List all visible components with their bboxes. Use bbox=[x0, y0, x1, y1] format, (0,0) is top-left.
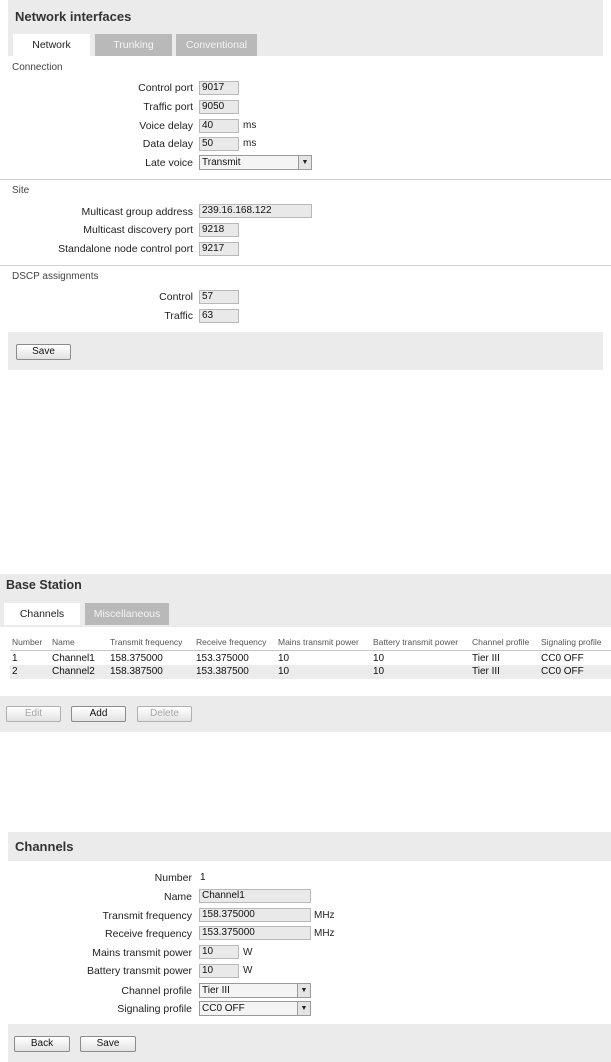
tab-trunking[interactable]: Trunking bbox=[95, 34, 172, 56]
data-delay-input[interactable]: 50 bbox=[199, 137, 239, 151]
cell-number: 1 bbox=[12, 653, 18, 664]
cell-number: 2 bbox=[12, 666, 18, 677]
cell-channel-profile: Tier III bbox=[472, 666, 500, 677]
transmit-frequency-input[interactable]: 158.375000 bbox=[199, 908, 311, 922]
column-header: Channel profile bbox=[472, 637, 530, 647]
base-station-panel: Base Station Channels Miscellaneous Numb… bbox=[0, 574, 611, 732]
channels-title: Channels bbox=[15, 839, 74, 854]
late-voice-select[interactable]: Transmit ▼ bbox=[199, 155, 312, 170]
table-row[interactable] bbox=[10, 665, 611, 679]
cell-signaling-profile: CC0 OFF bbox=[541, 666, 584, 677]
cell-channel-profile: Tier III bbox=[472, 653, 500, 664]
control-port-label: Control port bbox=[138, 82, 193, 94]
transmit-frequency-label: Transmit frequency bbox=[102, 910, 192, 922]
late-voice-label: Late voice bbox=[145, 157, 193, 169]
dscp-traffic-label: Traffic bbox=[164, 310, 193, 322]
traffic-port-label: Traffic port bbox=[143, 101, 193, 113]
standalone-node-control-port-label: Standalone node control port bbox=[58, 243, 193, 255]
late-voice-value: Transmit bbox=[202, 157, 241, 168]
name-label: Name bbox=[163, 891, 192, 903]
cell-mains-transmit-power: 10 bbox=[278, 666, 290, 677]
multicast-discovery-port-label: Multicast discovery port bbox=[83, 224, 193, 236]
delete-button[interactable]: Delete bbox=[137, 706, 192, 722]
column-header: Number bbox=[12, 637, 43, 647]
network-interfaces-panel: Network interfaces Network Trunking Conv… bbox=[0, 0, 611, 370]
receive-frequency-input[interactable]: 153.375000 bbox=[199, 926, 311, 940]
channel-profile-label: Channel profile bbox=[121, 985, 192, 997]
divider bbox=[0, 179, 611, 180]
site-heading: Site bbox=[12, 185, 30, 196]
column-header: Name bbox=[52, 637, 75, 647]
control-port-input[interactable]: 9017 bbox=[199, 81, 239, 95]
voice-delay-label: Voice delay bbox=[139, 120, 193, 132]
chevron-down-icon[interactable]: ▼ bbox=[297, 984, 310, 997]
multicast-group-address-input[interactable]: 239.16.168.122 bbox=[199, 204, 312, 218]
number-value: 1 bbox=[200, 872, 206, 883]
channels-panel: Channels Number 1 Name Channel1 Transmit… bbox=[8, 832, 611, 1062]
save-button[interactable]: Save bbox=[16, 344, 71, 360]
add-button[interactable]: Add bbox=[71, 706, 126, 722]
cell-name: Channel2 bbox=[52, 666, 95, 677]
table-row[interactable] bbox=[10, 651, 611, 665]
cell-transmit-frequency: 158.387500 bbox=[110, 666, 163, 677]
standalone-node-control-port-input[interactable]: 9217 bbox=[199, 242, 239, 256]
cell-receive-frequency: 153.387500 bbox=[196, 666, 249, 677]
cell-battery-transmit-power: 10 bbox=[373, 653, 385, 664]
network-footer-bar bbox=[8, 332, 603, 370]
data-delay-label: Data delay bbox=[142, 138, 193, 150]
channels-header-bar bbox=[8, 832, 611, 861]
column-header: Receive frequency bbox=[196, 637, 267, 647]
mains-transmit-power-input[interactable]: 10 bbox=[199, 945, 239, 959]
multicast-discovery-port-input[interactable]: 9218 bbox=[199, 223, 239, 237]
traffic-port-input[interactable]: 9050 bbox=[199, 100, 239, 114]
name-input[interactable]: Channel1 bbox=[199, 889, 311, 903]
chevron-down-icon[interactable]: ▼ bbox=[298, 156, 311, 169]
data-delay-unit: ms bbox=[243, 138, 257, 149]
battery-transmit-power-unit: W bbox=[243, 965, 253, 976]
mains-transmit-power-label: Mains transmit power bbox=[92, 947, 192, 959]
voice-delay-unit: ms bbox=[243, 120, 257, 131]
cell-signaling-profile: CC0 OFF bbox=[541, 653, 584, 664]
receive-frequency-label: Receive frequency bbox=[105, 928, 192, 940]
divider bbox=[0, 265, 611, 266]
cell-name: Channel1 bbox=[52, 653, 95, 664]
network-page-title: Network interfaces bbox=[15, 9, 132, 24]
signaling-profile-label: Signaling profile bbox=[117, 1003, 192, 1015]
receive-frequency-unit: MHz bbox=[314, 928, 335, 939]
multicast-group-address-label: Multicast group address bbox=[81, 206, 193, 218]
mains-transmit-power-unit: W bbox=[243, 947, 253, 958]
signaling-profile-select[interactable]: CC0 OFF ▼ bbox=[199, 1001, 311, 1016]
dscp-traffic-input[interactable]: 63 bbox=[199, 309, 239, 323]
column-header: Signaling profile bbox=[541, 637, 602, 647]
chevron-down-icon[interactable]: ▼ bbox=[297, 1002, 310, 1015]
column-header: Transmit frequency bbox=[110, 637, 183, 647]
channel-profile-value: Tier III bbox=[202, 985, 230, 996]
tab-network[interactable]: Network bbox=[13, 34, 90, 56]
edit-button[interactable]: Edit bbox=[6, 706, 61, 722]
tab-channels[interactable]: Channels bbox=[4, 603, 80, 625]
column-header: Battery transmit power bbox=[373, 637, 459, 647]
cell-mains-transmit-power: 10 bbox=[278, 653, 290, 664]
connection-heading: Connection bbox=[12, 62, 63, 73]
tab-conventional[interactable]: Conventional bbox=[176, 34, 257, 56]
dscp-control-input[interactable]: 57 bbox=[199, 290, 239, 304]
battery-transmit-power-input[interactable]: 10 bbox=[199, 964, 239, 978]
signaling-profile-value: CC0 OFF bbox=[202, 1003, 245, 1014]
column-header: Mains transmit power bbox=[278, 637, 359, 647]
transmit-frequency-unit: MHz bbox=[314, 910, 335, 921]
base-station-title: Base Station bbox=[6, 578, 82, 592]
back-button[interactable]: Back bbox=[14, 1036, 70, 1052]
cell-transmit-frequency: 158.375000 bbox=[110, 653, 163, 664]
tab-miscellaneous[interactable]: Miscellaneous bbox=[85, 603, 169, 625]
cell-receive-frequency: 153.375000 bbox=[196, 653, 249, 664]
dscp-control-label: Control bbox=[159, 291, 193, 303]
channel-profile-select[interactable]: Tier III ▼ bbox=[199, 983, 311, 998]
cell-battery-transmit-power: 10 bbox=[373, 666, 385, 677]
number-label: Number bbox=[154, 872, 192, 884]
save-button[interactable]: Save bbox=[80, 1036, 136, 1052]
voice-delay-input[interactable]: 40 bbox=[199, 119, 239, 133]
battery-transmit-power-label: Battery transmit power bbox=[86, 965, 192, 977]
dscp-heading: DSCP assignments bbox=[12, 271, 99, 282]
